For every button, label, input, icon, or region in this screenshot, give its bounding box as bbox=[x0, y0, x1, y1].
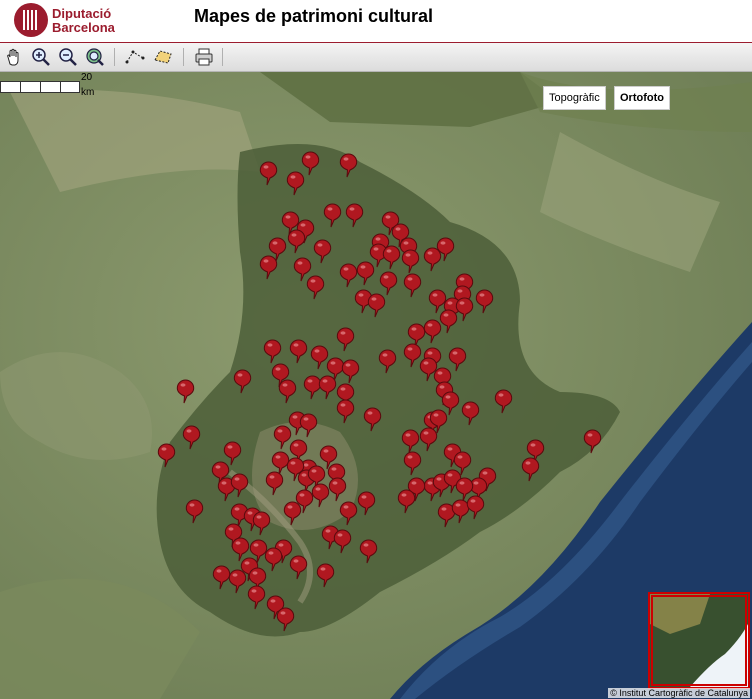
copyright-notice: © Institut Cartogràfic de Catalunya bbox=[608, 688, 750, 698]
heritage-marker-pin[interactable] bbox=[341, 359, 360, 384]
measure-distance-icon[interactable] bbox=[124, 47, 146, 67]
heritage-marker-pin[interactable] bbox=[359, 539, 378, 564]
pan-hand-icon[interactable] bbox=[3, 47, 25, 67]
scale-bar: 20 km bbox=[0, 72, 100, 98]
heritage-marker-pin[interactable] bbox=[230, 473, 249, 498]
heritage-marker-pin[interactable] bbox=[423, 247, 442, 272]
layer-topographic-button[interactable]: Topogràfic bbox=[543, 86, 606, 110]
heritage-marker-pin[interactable] bbox=[289, 555, 308, 580]
heritage-marker-pin[interactable] bbox=[286, 171, 305, 196]
heritage-marker-pin[interactable] bbox=[382, 245, 401, 270]
heritage-marker-pin[interactable] bbox=[345, 203, 364, 228]
diputacio-logo[interactable]: Diputació Barcelona bbox=[14, 3, 124, 39]
heritage-marker-pin[interactable] bbox=[461, 401, 480, 426]
heritage-marker-pin[interactable] bbox=[259, 161, 278, 186]
heritage-marker-pin[interactable] bbox=[157, 443, 176, 468]
map-viewport[interactable]: 20 km Topogràfic Ortofoto © Institut Car… bbox=[0, 72, 752, 699]
ortho-terrain bbox=[0, 72, 752, 699]
scale-value: 20 bbox=[81, 72, 93, 83]
heritage-marker-pin[interactable] bbox=[263, 339, 282, 364]
heritage-marker-pin[interactable] bbox=[339, 501, 358, 526]
heritage-marker-pin[interactable] bbox=[403, 273, 422, 298]
heritage-marker-pin[interactable] bbox=[313, 239, 332, 264]
heritage-marker-pin[interactable] bbox=[283, 501, 302, 526]
heritage-marker-pin[interactable] bbox=[419, 427, 438, 452]
heritage-marker-pin[interactable] bbox=[367, 293, 386, 318]
heritage-marker-pin[interactable] bbox=[176, 379, 195, 404]
zoom-extent-icon[interactable] bbox=[84, 47, 106, 67]
heritage-marker-pin[interactable] bbox=[247, 585, 266, 610]
heritage-marker-pin[interactable] bbox=[328, 477, 347, 502]
diputacio-seal-icon bbox=[14, 3, 48, 37]
heritage-marker-pin[interactable] bbox=[252, 511, 271, 536]
heritage-marker-pin[interactable] bbox=[318, 375, 337, 400]
heritage-marker-pin[interactable] bbox=[403, 451, 422, 476]
heritage-marker-pin[interactable] bbox=[276, 607, 295, 632]
heritage-marker-pin[interactable] bbox=[356, 261, 375, 286]
heritage-marker-pin[interactable] bbox=[397, 489, 416, 514]
heritage-marker-pin[interactable] bbox=[336, 399, 355, 424]
heritage-marker-pin[interactable] bbox=[494, 389, 513, 414]
heritage-marker-pin[interactable] bbox=[289, 339, 308, 364]
toolbar-separator bbox=[114, 48, 115, 66]
zoom-out-icon[interactable] bbox=[57, 47, 79, 67]
scale-unit: km bbox=[81, 87, 95, 98]
heritage-marker-pin[interactable] bbox=[299, 413, 318, 438]
layer-orthophoto-button[interactable]: Ortofoto bbox=[614, 86, 670, 110]
heritage-marker-pin[interactable] bbox=[185, 499, 204, 524]
heritage-marker-pin[interactable] bbox=[583, 429, 602, 454]
heritage-marker-pin[interactable] bbox=[423, 319, 442, 344]
heritage-marker-pin[interactable] bbox=[475, 289, 494, 314]
brand-line2: Barcelona bbox=[52, 20, 115, 35]
heritage-marker-pin[interactable] bbox=[287, 229, 306, 254]
heritage-marker-pin[interactable] bbox=[466, 495, 485, 520]
toolbar-separator bbox=[183, 48, 184, 66]
map-toolbar bbox=[0, 43, 752, 72]
heritage-marker-pin[interactable] bbox=[333, 529, 352, 554]
heritage-marker-pin[interactable] bbox=[378, 349, 397, 374]
heritage-marker-pin[interactable] bbox=[401, 249, 420, 274]
heritage-marker-pin[interactable] bbox=[306, 275, 325, 300]
print-icon[interactable] bbox=[193, 47, 215, 67]
heritage-marker-pin[interactable] bbox=[316, 563, 335, 588]
heritage-marker-pin[interactable] bbox=[265, 471, 284, 496]
page-title: Mapes de patrimoni cultural bbox=[194, 6, 434, 26]
heritage-marker-pin[interactable] bbox=[259, 255, 278, 280]
app-header: Diputació Barcelona Mapes de patrimoni c… bbox=[0, 0, 752, 43]
zoom-in-icon[interactable] bbox=[30, 47, 52, 67]
heritage-marker-pin[interactable] bbox=[233, 369, 252, 394]
heritage-marker-pin[interactable] bbox=[363, 407, 382, 432]
heritage-marker-pin[interactable] bbox=[323, 203, 342, 228]
overview-map[interactable] bbox=[648, 592, 750, 689]
overview-map-image bbox=[650, 594, 748, 687]
heritage-marker-pin[interactable] bbox=[357, 491, 376, 516]
brand-line1: Diputació bbox=[52, 6, 112, 21]
heritage-marker-pin[interactable] bbox=[278, 379, 297, 404]
heritage-marker-pin[interactable] bbox=[339, 153, 358, 178]
measure-area-icon[interactable] bbox=[152, 47, 174, 67]
heritage-marker-pin[interactable] bbox=[336, 327, 355, 352]
heritage-marker-pin[interactable] bbox=[182, 425, 201, 450]
toolbar-separator bbox=[222, 48, 223, 66]
heritage-marker-pin[interactable] bbox=[521, 457, 540, 482]
